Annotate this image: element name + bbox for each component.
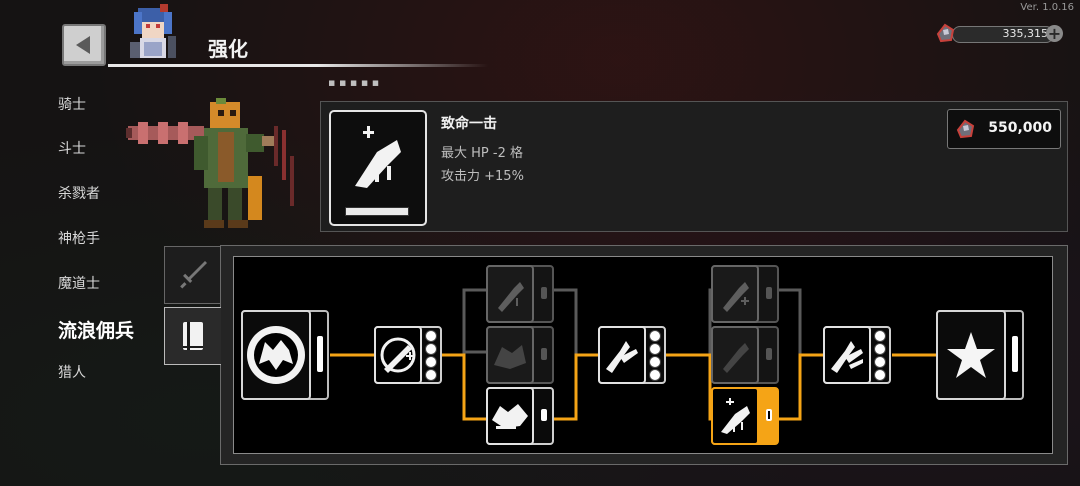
add-currency-button[interactable]: + [1046,25,1063,42]
axe-icon [498,282,524,312]
skill-icon-card [329,110,427,226]
skill-node-tier3[interactable] [598,326,666,384]
blade-slash-icon [355,126,401,188]
node-slot [649,356,661,368]
skill-level-bar [345,207,409,216]
sword-slash-icon [380,337,416,373]
skill-node-tier2-c[interactable] [486,387,554,445]
node-slot [649,343,661,355]
character-avatar [130,4,176,58]
node-slot [874,343,886,355]
node-face [486,387,534,445]
star-icon [947,332,995,378]
sidebar-item-gunner[interactable]: 神枪手 [58,228,100,248]
gem-icon [956,119,975,139]
node-face [241,310,311,400]
upgrade-cost-value: 550,000 [988,120,1052,136]
skill-node-tier4-a[interactable] [711,265,779,323]
node-slot [425,356,437,368]
back-button[interactable] [62,24,106,66]
node-face [374,326,422,384]
sidebar-item-mage[interactable]: 魔道士 [58,273,100,293]
node-face [711,387,759,445]
node-indicator [1012,336,1018,372]
page-title: 强化 [208,37,248,61]
title-underline [108,64,488,67]
claw-strike-icon [831,341,863,373]
skill-node-root[interactable] [241,310,329,400]
node-face [486,265,534,323]
sidebar-item-knight[interactable]: 骑士 [58,94,86,114]
node-slot [649,369,661,381]
node-indicator [317,336,323,372]
node-face [823,326,871,384]
sidebar-item-fighter[interactable]: 斗士 [58,138,86,158]
sidebar-item-hunter[interactable]: 猎人 [58,362,86,382]
sword-icon [180,261,207,289]
skill-node-tier2-a[interactable] [486,265,554,323]
currency-display: 335,315 + [934,22,1066,44]
claw-strike-icon [606,341,638,373]
mercenary-character-sprite [126,98,294,228]
wolf-head-icon [247,326,305,384]
node-indicator [541,409,547,421]
skill-info-panel: 致命一击 最大 HP -2 格 攻击力 +15% 550,000 [320,101,1068,232]
skill-node-tier5[interactable] [823,326,891,384]
upgrade-cost-button[interactable]: 550,000 [947,109,1061,149]
node-slot [874,369,886,381]
wolf-charge-icon [492,404,528,429]
gem-icon [936,23,955,43]
book-icon [183,322,203,350]
skill-node-tier4-c-selected[interactable] [711,387,779,445]
node-indicator [541,287,547,299]
node-slot [649,330,661,342]
back-arrow-icon [76,36,90,54]
axe-plus-icon [723,282,749,312]
skill-node-final[interactable] [936,310,1024,400]
sidebar-item-mercenary[interactable]: 流浪佣兵 [58,316,134,343]
blade-icon [723,343,749,373]
skill-effect-1: 最大 HP -2 格 [441,146,523,161]
skill-header-mark: ▪ ▪ ▪ ▪ ▪ [328,76,380,89]
beast-icon [494,345,526,369]
skill-effect-2: 攻击力 +15% [441,169,524,184]
node-slot [425,330,437,342]
skill-node-tier2-b[interactable] [486,326,554,384]
blade-slash-icon [721,398,750,434]
node-face [486,326,534,384]
currency-value: 335,315 [1002,27,1049,40]
node-face [711,265,759,323]
skill-node-tier1[interactable] [374,326,442,384]
node-slot [425,369,437,381]
node-face [598,326,646,384]
node-slot [425,343,437,355]
tab-skill-book[interactable] [164,307,221,365]
node-indicator [766,409,772,421]
node-face [711,326,759,384]
tab-weapon[interactable] [164,246,222,304]
node-slot [874,356,886,368]
node-face [936,310,1006,400]
skill-node-tier4-b[interactable] [711,326,779,384]
node-indicator [766,348,772,360]
node-slot [874,330,886,342]
version-label: Ver. 1.0.16 [1020,2,1074,13]
node-indicator [766,287,772,299]
skill-name: 致命一击 [441,116,497,132]
node-indicator [541,348,547,360]
sidebar-item-slayer[interactable]: 杀戮者 [58,183,100,203]
